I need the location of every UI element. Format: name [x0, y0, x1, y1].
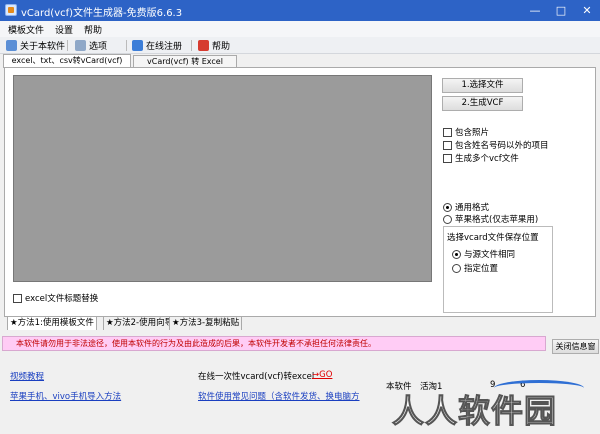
about-button[interactable]: 关于本软件	[6, 38, 65, 53]
app-icon	[5, 4, 17, 16]
tab-method-2[interactable]: ★方法2-使用向导	[103, 316, 177, 330]
toolbar-separator	[191, 40, 192, 51]
general-format-label: 通用格式	[455, 203, 490, 213]
menu-bar: 模板文件 设置 帮助	[0, 21, 600, 37]
tab-method-1[interactable]: ★方法1:使用模板文件	[7, 316, 97, 330]
online-register-button[interactable]: 在线注册	[132, 38, 182, 53]
help-label: 帮助	[212, 42, 231, 52]
info-icon	[6, 40, 17, 51]
window-title: vCard(vcf)文件生成器-免费版6.6.3	[21, 8, 183, 19]
same-as-source-option[interactable]: 与源文件相同	[452, 248, 515, 260]
register-icon	[132, 40, 143, 51]
include-photo-checkbox[interactable]	[443, 127, 452, 137]
toolbar-separator	[67, 40, 68, 51]
apple-vivo-import-link[interactable]: 苹果手机、vivo手机导入方法	[10, 390, 121, 402]
close-button[interactable]: ✕	[574, 0, 600, 21]
online-register-label: 在线注册	[146, 42, 183, 52]
specified-location-option[interactable]: 指定位置	[452, 262, 498, 274]
menu-settings[interactable]: 设置	[55, 23, 73, 36]
title-bar: vCard(vcf)文件生成器-免费版6.6.3 — □ ✕	[0, 0, 600, 21]
toolbar: 关于本软件 选项 在线注册 帮助	[0, 37, 600, 54]
help-button[interactable]: 帮助	[198, 38, 230, 53]
same-as-source-radio[interactable]	[452, 249, 461, 259]
specified-location-radio[interactable]	[452, 263, 461, 273]
options-icon	[75, 40, 86, 51]
apple-format-radio[interactable]	[443, 214, 452, 224]
watermark-text: 人人软件园	[391, 392, 558, 431]
menu-help[interactable]: 帮助	[84, 23, 102, 36]
data-preview-area[interactable]	[13, 75, 432, 282]
maximize-button[interactable]: □	[548, 0, 574, 21]
same-as-source-label: 与源文件相同	[464, 250, 516, 260]
go-link[interactable]: →GO	[312, 370, 332, 380]
include-other-fields-label: 包含姓名号码以外的项目	[455, 141, 549, 151]
faq-link[interactable]: 软件使用常见问题（含软件发货、换电脑方	[198, 390, 360, 402]
video-tutorial-link[interactable]: 视频教程	[10, 370, 44, 382]
vcf-to-excel-online-text: 在线一次性vcard(vcf)转excel	[198, 372, 315, 382]
excel-header-replace-label: excel文件标题替换	[25, 294, 99, 304]
specified-location-label: 指定位置	[464, 264, 499, 274]
apple-format-label: 苹果格式(仅志苹果用)	[455, 215, 539, 225]
watermark: 人人软件园	[384, 380, 600, 432]
method-tabs: ★方法1:使用模板文件 ★方法2-使用向导 ★方法3-复制粘贴	[7, 316, 596, 330]
excel-header-replace-checkbox[interactable]	[13, 293, 22, 303]
multi-vcf-checkbox[interactable]	[443, 153, 452, 163]
include-other-fields-checkbox[interactable]	[443, 140, 452, 150]
multi-vcf-option[interactable]: 生成多个vcf文件	[443, 152, 519, 164]
save-location-title: 选择vcard文件保存位置	[447, 233, 539, 243]
minimize-button[interactable]: —	[522, 0, 548, 21]
options-button[interactable]: 选项	[75, 38, 107, 53]
general-format-option[interactable]: 通用格式	[443, 201, 489, 213]
multi-vcf-label: 生成多个vcf文件	[455, 154, 519, 164]
menu-template-file[interactable]: 模板文件	[8, 23, 44, 36]
include-photo-label: 包含照片	[455, 128, 490, 138]
tab-excel-to-vcard[interactable]: excel、txt、csv转vCard(vcf)	[3, 54, 131, 68]
main-tabs: excel、txt、csv转vCard(vcf) vCard(vcf) 转 Ex…	[0, 54, 600, 68]
tab-method-3[interactable]: ★方法3-复制粘贴	[169, 316, 243, 330]
disclaimer-banner: 本软件请勿用于非法途径，使用本软件的行为及由此造成的后果，本软件开发者不承担任何…	[2, 336, 546, 351]
apple-format-option[interactable]: 苹果格式(仅志苹果用)	[443, 213, 538, 225]
include-other-fields-option[interactable]: 包含姓名号码以外的项目	[443, 139, 549, 151]
options-label: 选项	[89, 42, 108, 52]
about-label: 关于本软件	[20, 42, 66, 52]
excel-header-replace-option[interactable]: excel文件标题替换	[13, 292, 98, 304]
general-format-radio[interactable]	[443, 202, 452, 212]
generate-vcf-button[interactable]: 2.生成VCF	[442, 96, 523, 111]
close-info-button[interactable]: 关闭信息窗	[552, 339, 599, 354]
help-icon	[198, 40, 209, 51]
select-file-button[interactable]: 1.选择文件	[442, 78, 523, 93]
include-photo-option[interactable]: 包含照片	[443, 126, 489, 138]
toolbar-separator	[126, 40, 127, 51]
